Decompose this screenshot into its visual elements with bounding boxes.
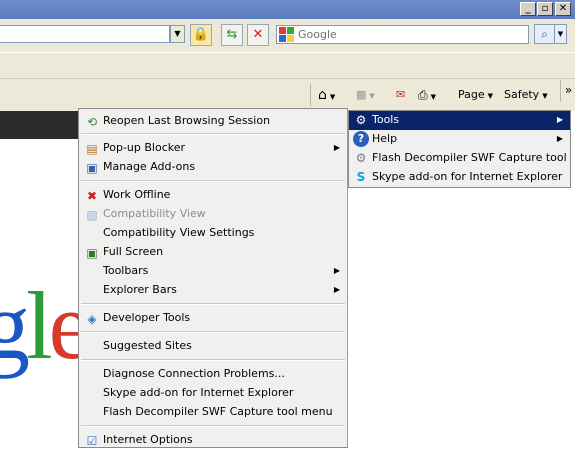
submenu-arrow-icon: ▶ bbox=[333, 285, 340, 294]
page-menu-label: Page bbox=[458, 88, 485, 101]
minimize-button[interactable]: _ bbox=[520, 2, 536, 16]
favorites-bar bbox=[0, 52, 575, 79]
compatibility-view-icon: ▨ bbox=[86, 208, 98, 222]
menu-separator bbox=[81, 359, 345, 361]
submenu-arrow-icon: ▶ bbox=[556, 134, 563, 143]
close-window-button[interactable]: ✕ bbox=[555, 2, 571, 16]
search-button[interactable]: ⌕ bbox=[534, 24, 555, 44]
submenu-item-help[interactable]: ? Help ▶ bbox=[349, 130, 570, 149]
address-bar[interactable] bbox=[0, 25, 170, 43]
search-box[interactable]: Google bbox=[276, 25, 529, 44]
menu-item-compatibility-view-settings[interactable]: Compatibility View Settings bbox=[79, 224, 347, 243]
popup-blocker-icon: ▤ bbox=[86, 142, 98, 156]
menu-item-toolbars[interactable]: Toolbars ▶ bbox=[79, 262, 347, 281]
menu-item-diagnose-connection-problems[interactable]: Diagnose Connection Problems... bbox=[79, 365, 347, 384]
menu-item-manage-addons[interactable]: ▣ Manage Add-ons bbox=[79, 158, 347, 177]
command-bar-divider bbox=[310, 84, 311, 106]
menu-separator bbox=[81, 425, 345, 427]
menu-item-popup-blocker[interactable]: ▤ Pop-up Blocker ▶ bbox=[79, 139, 347, 158]
mail-icon[interactable]: ✉ bbox=[396, 86, 405, 104]
stop-icon[interactable]: ✕ bbox=[247, 24, 269, 46]
menu-item-suggested-sites[interactable]: Suggested Sites bbox=[79, 337, 347, 356]
menu-item-full-screen[interactable]: ▣ Full Screen bbox=[79, 243, 347, 262]
reopen-session-icon: ⟲ bbox=[86, 115, 98, 129]
refresh-icon[interactable]: ⇆ bbox=[221, 24, 243, 46]
page-menu-button[interactable]: Page ▼ bbox=[458, 86, 493, 104]
print-icon[interactable]: ⎙ ▼ bbox=[418, 86, 436, 104]
work-offline-icon: ✖ bbox=[86, 189, 98, 203]
submenu-arrow-icon: ▶ bbox=[333, 266, 340, 275]
manage-addons-icon: ▣ bbox=[86, 161, 98, 175]
menu-separator bbox=[81, 331, 345, 333]
page-content-right bbox=[349, 189, 575, 448]
full-screen-icon: ▣ bbox=[86, 246, 98, 260]
menu-item-compatibility-view: ▨ Compatibility View bbox=[79, 205, 347, 224]
internet-options-icon: ☑ bbox=[86, 434, 98, 448]
menu-item-internet-options[interactable]: ☑ Internet Options bbox=[79, 431, 347, 450]
menu-item-explorer-bars[interactable]: Explorer Bars ▶ bbox=[79, 281, 347, 300]
menu-separator bbox=[81, 180, 345, 182]
flash-decompiler-icon: ⚙ bbox=[355, 151, 367, 165]
menu-item-work-offline[interactable]: ✖ Work Offline bbox=[79, 186, 347, 205]
submenu-item-flash-decompiler[interactable]: ⚙ Flash Decompiler SWF Capture tool bbox=[349, 149, 570, 168]
google-logo-fragment: gle bbox=[0, 272, 91, 379]
menu-item-reopen-last-browsing-session[interactable]: ⟲ Reopen Last Browsing Session bbox=[79, 112, 347, 131]
submenu-item-skype-addon[interactable]: S Skype add-on for Internet Explorer bbox=[349, 168, 570, 187]
tools-menu: ⟲ Reopen Last Browsing Session ▤ Pop-up … bbox=[78, 108, 348, 448]
submenu-arrow-icon: ▶ bbox=[556, 115, 563, 124]
help-icon: ? bbox=[353, 131, 369, 147]
safety-menu-label: Safety bbox=[504, 88, 540, 101]
skype-icon: S bbox=[356, 170, 366, 184]
submenu-item-tools[interactable]: ⚙ Tools ▶ bbox=[349, 111, 570, 130]
menu-item-developer-tools[interactable]: ◈ Developer Tools bbox=[79, 309, 347, 328]
search-options-dropdown[interactable]: ▼ bbox=[555, 24, 567, 44]
menu-item-skype-addon[interactable]: Skype add-on for Internet Explorer bbox=[79, 384, 347, 403]
feeds-icon[interactable]: ▩ ▼ bbox=[356, 86, 375, 104]
page-header-bar bbox=[0, 111, 78, 139]
menu-separator bbox=[81, 133, 345, 135]
menu-item-flash-decompiler-menu[interactable]: Flash Decompiler SWF Capture tool menu bbox=[79, 403, 347, 422]
submenu-arrow-icon: ▶ bbox=[333, 143, 340, 152]
google-search-provider-icon bbox=[279, 27, 294, 42]
safety-menu-button[interactable]: Safety ▼ bbox=[504, 86, 548, 104]
address-dropdown-button[interactable]: ▼ bbox=[170, 25, 185, 43]
search-placeholder: Google bbox=[298, 28, 337, 41]
menu-separator bbox=[81, 303, 345, 305]
title-bar bbox=[0, 0, 575, 19]
toolbar-overflow-button[interactable]: » bbox=[560, 80, 575, 102]
home-icon[interactable]: ⌂ ▼ bbox=[318, 86, 335, 104]
gear-icon: ⚙ bbox=[355, 113, 367, 127]
tools-overflow-menu: ⚙ Tools ▶ ? Help ▶ ⚙ Flash Decompiler SW… bbox=[348, 110, 571, 188]
security-lock-icon[interactable]: 🔒 bbox=[190, 24, 212, 46]
restore-button[interactable]: ▫ bbox=[537, 2, 553, 16]
developer-tools-icon: ◈ bbox=[87, 312, 97, 326]
